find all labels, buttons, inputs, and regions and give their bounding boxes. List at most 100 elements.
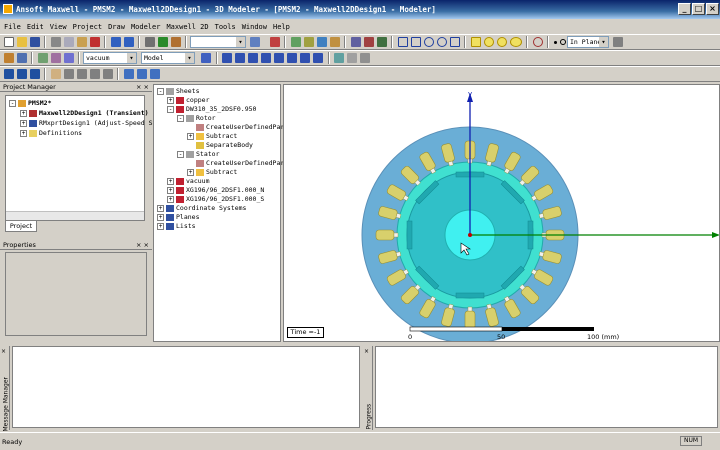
rotate-icon[interactable] <box>63 69 74 79</box>
save-icon[interactable] <box>29 37 40 47</box>
draw-spline-icon[interactable] <box>410 37 421 47</box>
subtract-icon[interactable] <box>235 53 245 63</box>
stator-slot[interactable] <box>375 229 395 241</box>
collapse-icon[interactable]: - <box>167 106 174 113</box>
menu-project[interactable]: Project <box>73 23 103 31</box>
zoom-in-out-icon[interactable] <box>89 69 100 79</box>
expand-icon[interactable]: + <box>167 178 174 185</box>
select-icon[interactable] <box>250 37 260 47</box>
model-tree-item[interactable]: - DW310_35_2DSF0.950 <box>167 105 256 114</box>
expand-icon[interactable]: + <box>187 169 194 176</box>
project-manager-close[interactable]: × × <box>136 82 149 92</box>
split-icon[interactable] <box>261 53 271 63</box>
menu-draw[interactable]: Draw <box>108 23 125 31</box>
model-tree-item[interactable]: - Rotor <box>177 114 216 123</box>
unite-icon[interactable] <box>222 53 232 63</box>
imprint-icon[interactable] <box>274 53 284 63</box>
coordinate-system-combo[interactable] <box>190 36 246 48</box>
fit-all-icon[interactable] <box>3 69 14 79</box>
open-icon[interactable] <box>16 37 27 47</box>
rotate-around-icon[interactable] <box>76 69 87 79</box>
cut-icon[interactable] <box>50 37 61 47</box>
progress-grip[interactable]: × Progress <box>363 346 373 430</box>
assign-icon[interactable] <box>37 53 48 63</box>
properties-close[interactable]: × × <box>136 240 149 250</box>
model-tree-item[interactable]: + Coordinate Systems <box>157 204 246 213</box>
message-manager-grip[interactable]: × Message Manager <box>0 346 10 432</box>
stator-slot[interactable] <box>464 310 476 330</box>
model-tree-item[interactable]: SeparateBody <box>187 141 253 150</box>
model-icon[interactable] <box>144 37 155 47</box>
delete-icon[interactable] <box>89 37 100 47</box>
expand-icon[interactable]: + <box>167 97 174 104</box>
mesh-icon[interactable] <box>50 53 61 63</box>
setup-icon[interactable] <box>63 53 74 63</box>
menu-modeler[interactable]: Modeler <box>131 23 161 31</box>
mirror-icon[interactable] <box>313 53 323 63</box>
menu-window[interactable]: Window <box>242 23 267 31</box>
zoom-icon[interactable] <box>350 37 361 47</box>
wireframe-icon[interactable] <box>347 53 357 63</box>
draw-line-icon[interactable] <box>397 37 408 47</box>
tab-project[interactable]: Project <box>5 221 37 232</box>
circle-small-icon[interactable] <box>559 39 566 45</box>
material-combo[interactable]: vacuum <box>83 52 137 64</box>
expand-icon[interactable]: + <box>157 214 164 221</box>
sweep-icon[interactable] <box>201 53 211 63</box>
boundary-icon[interactable] <box>157 37 168 47</box>
view-combo[interactable]: Model <box>141 52 195 64</box>
draw-polyline-icon[interactable] <box>449 37 460 47</box>
model-tree-item[interactable]: + copper <box>167 96 209 105</box>
project-tree-hscrollbar[interactable] <box>6 211 144 220</box>
point-icon[interactable] <box>553 40 557 44</box>
model-tree-item[interactable]: - Stator <box>177 150 219 159</box>
results-icon[interactable] <box>303 37 314 47</box>
tree-item-design1[interactable]: + Maxwell2DDesign1 (Transient) <box>20 109 149 118</box>
model-tree-item[interactable]: + XG196/96_2DSF1.000_S <box>167 195 264 204</box>
maximize-button[interactable]: □ <box>692 3 705 15</box>
model-tree-item[interactable]: + XG196/96_2DSF1.000_N <box>167 186 264 195</box>
sweep-axis-icon[interactable] <box>300 53 310 63</box>
draw-point-icon[interactable] <box>532 37 543 47</box>
menu-tools[interactable]: Tools <box>215 23 236 31</box>
modeler-viewport[interactable]: y 0 50 100 (mm) Time =-1 <box>283 84 720 342</box>
analyze-icon[interactable] <box>290 37 301 47</box>
expand-icon[interactable]: + <box>167 187 174 194</box>
model-tree-item[interactable]: + Subtract <box>187 168 237 177</box>
new-icon[interactable] <box>3 37 14 47</box>
orient-icon[interactable] <box>334 53 344 63</box>
collapse-icon[interactable]: - <box>157 88 164 95</box>
measure-icon[interactable] <box>363 37 374 47</box>
rotor-magnet[interactable] <box>455 292 485 299</box>
view-front-icon[interactable] <box>123 69 134 79</box>
rotor-magnet[interactable] <box>406 220 413 250</box>
render-icon[interactable] <box>360 53 370 63</box>
expand-icon[interactable]: + <box>157 205 164 212</box>
menu-file[interactable]: File <box>4 23 21 31</box>
draw-regular-polygon-icon[interactable] <box>509 37 522 47</box>
redo-icon[interactable] <box>123 37 134 47</box>
report-icon[interactable] <box>329 37 340 47</box>
draw-ellipse-icon[interactable] <box>496 37 507 47</box>
menu-help[interactable]: Help <box>273 23 290 31</box>
paste-icon[interactable] <box>76 37 87 47</box>
model-tree-item[interactable]: + Subtract <box>187 132 237 141</box>
minimize-button[interactable]: _ <box>678 3 691 15</box>
tree-item-definitions[interactable]: + Definitions <box>20 129 82 138</box>
model-tree-item[interactable]: CreateUserDefinedPart <box>187 123 288 132</box>
model-tree-item[interactable]: - Sheets <box>157 87 199 96</box>
tree-item-project[interactable]: - PMSM2* <box>9 99 51 108</box>
expand-icon[interactable]: + <box>187 133 194 140</box>
fit-icon[interactable] <box>376 37 387 47</box>
fit-selection-icon[interactable] <box>16 69 27 79</box>
close-button[interactable]: × <box>706 3 719 15</box>
plane-combo[interactable]: In Plane <box>567 36 609 48</box>
intersect-icon[interactable] <box>248 53 258 63</box>
collapse-icon[interactable]: - <box>177 115 184 122</box>
validate-icon[interactable] <box>269 37 280 47</box>
pan-hand-icon[interactable] <box>50 69 61 79</box>
spin-icon[interactable] <box>29 69 40 79</box>
field-overlay-icon[interactable] <box>316 37 327 47</box>
menu-view[interactable]: View <box>50 23 67 31</box>
expand-icon[interactable]: + <box>167 196 174 203</box>
